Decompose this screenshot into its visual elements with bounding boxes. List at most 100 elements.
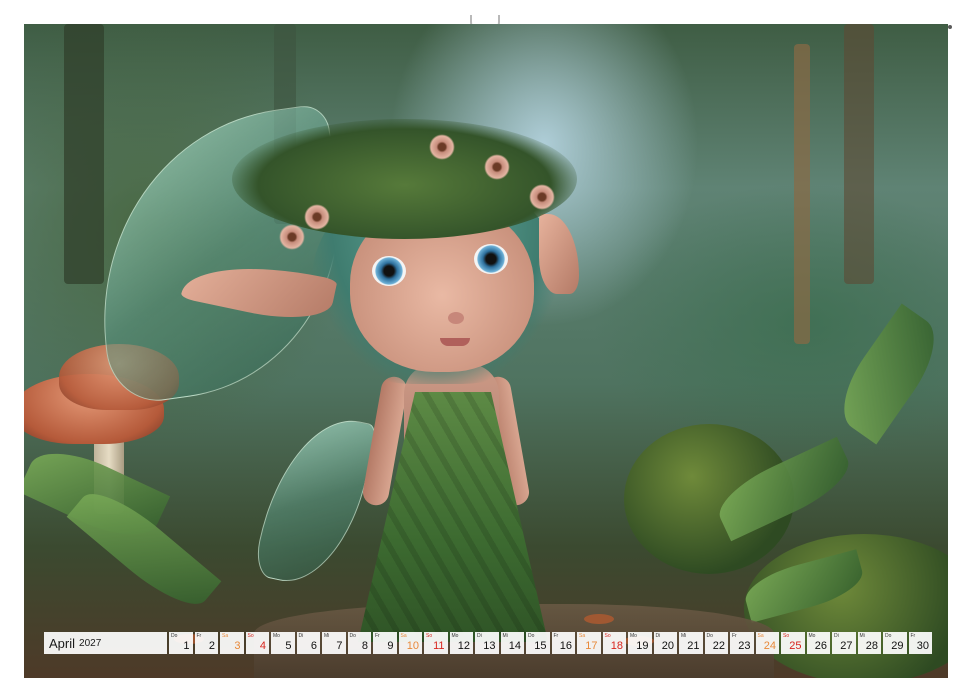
weekday-abbrev: Sa	[579, 633, 586, 639]
weekday-abbrev: Mi	[681, 633, 687, 639]
calendar-day-cell: So 11	[424, 632, 448, 654]
day-number: 29	[891, 640, 904, 652]
weekday-abbrev: Mi	[859, 633, 865, 639]
day-number: 6	[310, 640, 317, 652]
day-number: 9	[387, 640, 394, 652]
weekday-abbrev: Di	[834, 633, 839, 639]
weekday-abbrev: Fr	[910, 633, 916, 639]
weekday-abbrev: Do	[528, 633, 535, 639]
day-number: 4	[259, 640, 266, 652]
day-number: 15	[534, 640, 547, 652]
fairy-nose	[448, 312, 464, 324]
wreath-flower	[429, 134, 455, 160]
calendar-day-cell: Mo 19	[628, 632, 652, 654]
calendar-day-cell: Mo 12	[449, 632, 473, 654]
fairy-mouth	[440, 338, 470, 346]
day-number: 25	[789, 640, 802, 652]
weekday-abbrev: Fr	[732, 633, 737, 639]
day-number: 7	[336, 640, 343, 652]
month-calendar-strip: April 2027 Do 1 Fr 2 Sa 3 So 4 Mo 5 Di 6 Mi 7 Do 8 Fr 9 Sa…	[44, 632, 932, 654]
day-number: 17	[585, 640, 598, 652]
day-number: 27	[840, 640, 853, 652]
weekday-abbrev: So	[604, 633, 611, 639]
weekday-abbrev: Fr	[196, 633, 202, 639]
weekday-abbrev: So	[783, 633, 790, 639]
weekday-abbrev: Fr	[375, 633, 380, 639]
day-number: 3	[234, 640, 241, 652]
calendar-day-cell: So 25	[781, 632, 805, 654]
day-number: 12	[457, 640, 470, 652]
day-number: 5	[285, 640, 292, 652]
calendar-day-cell: Fr 30	[908, 632, 932, 654]
calendar-day-cell: Fr 23	[730, 632, 754, 654]
month-name: April	[49, 635, 76, 651]
day-number: 20	[661, 640, 674, 652]
day-number: 21	[687, 640, 700, 652]
weekday-abbrev: Mo	[451, 633, 459, 639]
weekday-abbrev: Do	[706, 633, 713, 639]
weekday-abbrev: Mo	[273, 633, 280, 639]
calendar-day-cell: Do 22	[704, 632, 728, 654]
calendar-day-cell: Mi 14	[500, 632, 524, 654]
weekday-abbrev: Sa	[400, 633, 407, 639]
day-number: 26	[814, 640, 827, 652]
calendar-day-cell: Sa 10	[398, 632, 422, 654]
day-number: 2	[208, 640, 215, 652]
day-number: 10	[406, 640, 419, 652]
calendar-day-cell: Do 15	[526, 632, 550, 654]
calendar-day-cell: Mo 5	[271, 632, 295, 654]
weekday-abbrev: Do	[885, 633, 892, 639]
calendar-day-cell: Mi 7	[322, 632, 346, 654]
calendar-day-cell: Di 20	[653, 632, 677, 654]
fairy-eye	[372, 256, 406, 286]
day-number: 8	[361, 640, 368, 652]
calendar-day-cell: Do 1	[169, 632, 193, 654]
tree-trunk	[794, 44, 810, 344]
day-number: 1	[183, 640, 190, 652]
wreath-flower	[279, 224, 305, 250]
weekday-abbrev: Mi	[324, 633, 330, 639]
weekday-abbrev: Do	[349, 633, 356, 639]
fairy-wing	[252, 406, 378, 594]
day-number: 30	[916, 640, 929, 652]
calendar-day-cell: Mi 21	[679, 632, 703, 654]
tree-trunk	[844, 24, 874, 284]
calendar-day-cell: Sa 3	[220, 632, 244, 654]
weekday-abbrev: Sa	[757, 633, 764, 639]
calendar-day-cell: Di 6	[296, 632, 320, 654]
weekday-abbrev: Di	[655, 633, 661, 639]
weekday-abbrev: Mi	[502, 633, 508, 639]
calendar-day-cell: Di 13	[475, 632, 499, 654]
calendar-day-cell: Sa 24	[755, 632, 779, 654]
calendar-day-cell: Do 29	[883, 632, 907, 654]
weekday-abbrev: So	[426, 633, 433, 639]
weekday-abbrev: Sa	[222, 633, 229, 639]
fern-leaf	[827, 303, 948, 445]
fairy-ear	[539, 214, 579, 294]
fairy-forest-photo	[24, 24, 948, 678]
weekday-abbrev: So	[247, 633, 254, 639]
weekday-abbrev: Mo	[808, 633, 816, 639]
binding-ring	[947, 25, 952, 29]
day-number: 14	[508, 640, 521, 652]
weekday-abbrev: Do	[171, 633, 178, 639]
weekday-abbrev: Di	[477, 633, 482, 639]
calendar-day-cell: So 18	[602, 632, 626, 654]
day-number: 19	[636, 640, 649, 652]
day-number: 22	[712, 640, 725, 652]
day-number: 13	[483, 640, 496, 652]
wreath-flower	[304, 204, 330, 230]
day-number: 18	[610, 640, 623, 652]
calendar-day-cell: So 4	[245, 632, 269, 654]
tree-trunk	[64, 24, 104, 284]
wreath-flower	[484, 154, 510, 180]
month-label-box: April 2027	[44, 632, 167, 654]
calendar-day-cell: Sa 17	[577, 632, 601, 654]
weekday-abbrev: Di	[298, 633, 304, 639]
year: 2027	[79, 637, 102, 649]
day-number: 11	[433, 640, 445, 652]
fairy-eye	[474, 244, 508, 274]
calendar-day-cell: Mi 28	[857, 632, 881, 654]
calendar-day-cell: Fr 16	[551, 632, 575, 654]
day-number: 23	[738, 640, 751, 652]
